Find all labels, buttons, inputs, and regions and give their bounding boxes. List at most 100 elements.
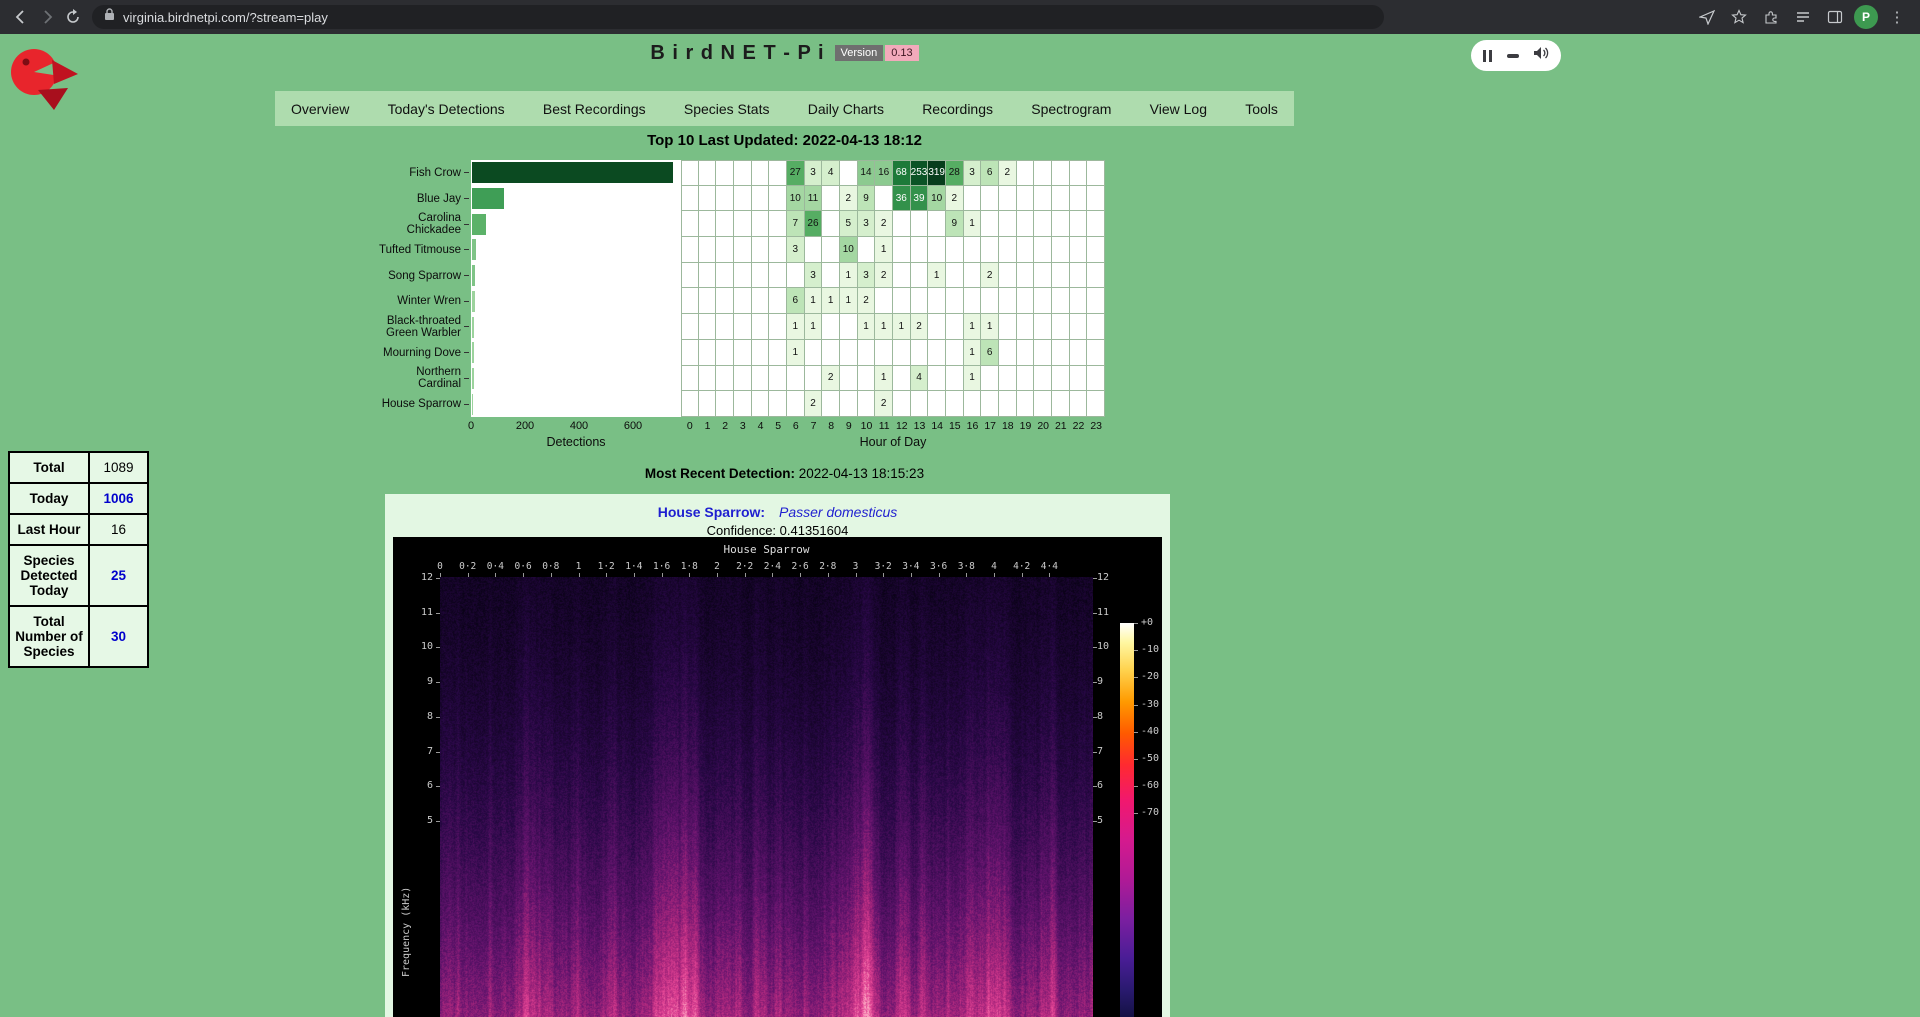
- heatmap-cell: [911, 263, 929, 289]
- stat-value[interactable]: 30: [89, 606, 148, 667]
- heatmap-cell: [840, 340, 858, 366]
- heatmap-cell: [1070, 263, 1088, 289]
- hour-axis-tick: 7: [805, 420, 823, 434]
- heatmap-cell: [1070, 288, 1088, 314]
- heatmap-cell: 1: [858, 314, 876, 340]
- menu-kebab-icon[interactable]: ⋮: [1884, 4, 1910, 30]
- species-label: Black-throatedGreen Warbler: [281, 314, 461, 340]
- heatmap-cell: 7: [787, 211, 805, 237]
- audio-player[interactable]: [1471, 40, 1561, 71]
- heatmap-cell: [1052, 263, 1070, 289]
- stat-value[interactable]: 1006: [89, 483, 148, 514]
- reading-list-icon[interactable]: [1790, 4, 1816, 30]
- heatmap-cell: [911, 288, 929, 314]
- pause-icon[interactable]: [1483, 50, 1492, 62]
- heatmap-cell: [981, 211, 999, 237]
- spectro-y-tick-left: 6: [409, 780, 433, 791]
- heatmap-cell: [999, 314, 1017, 340]
- heatmap-cell: [699, 366, 717, 392]
- nav-item-best-recordings[interactable]: Best Recordings: [543, 101, 646, 117]
- heatmap-cell: [964, 391, 982, 417]
- spectro-x-tick: 1·8: [681, 561, 698, 572]
- nav-item-spectrogram[interactable]: Spectrogram: [1031, 101, 1111, 117]
- heatmap-cell: 10: [840, 237, 858, 263]
- forward-icon[interactable]: [34, 4, 60, 30]
- side-panel-icon[interactable]: [1822, 4, 1848, 30]
- heatmap-cell: [734, 160, 752, 186]
- spectro-x-tick: 1·6: [653, 561, 670, 572]
- heatmap-cell: [752, 263, 770, 289]
- nav-item-recordings[interactable]: Recordings: [922, 101, 993, 117]
- heatmap-cell: [1087, 314, 1105, 340]
- nav-item-overview[interactable]: Overview: [291, 101, 349, 117]
- nav-item-tools[interactable]: Tools: [1245, 101, 1278, 117]
- detections-bar: [472, 239, 476, 260]
- bookmark-star-icon[interactable]: [1726, 4, 1752, 30]
- heatmap-cell: [1034, 237, 1052, 263]
- spectro-x-tick: 4: [991, 561, 997, 572]
- back-icon[interactable]: [8, 4, 34, 30]
- profile-avatar[interactable]: P: [1854, 5, 1878, 29]
- heatmap-cell: [752, 340, 770, 366]
- heatmap-cell: [769, 211, 787, 237]
- heatmap-cell: [699, 263, 717, 289]
- stats-row-total: Total1089: [9, 452, 148, 483]
- heatmap-cell: [840, 314, 858, 340]
- url-bar[interactable]: virginia.birdnetpi.com/?stream=play: [92, 5, 1384, 29]
- version-badge-label: Version: [835, 45, 884, 61]
- detection-species-latin: Passer domesticus: [779, 504, 897, 520]
- stat-label: Last Hour: [9, 514, 89, 545]
- heatmap-cell: [787, 263, 805, 289]
- heatmap-cell: [928, 288, 946, 314]
- heatmap-cell: [1087, 340, 1105, 366]
- species-label: House Sparrow: [281, 391, 461, 417]
- heatmap-cell: [1052, 314, 1070, 340]
- heatmap-cell: [822, 211, 840, 237]
- stat-value[interactable]: 25: [89, 545, 148, 606]
- heatmap-cell: 16: [875, 160, 893, 186]
- spectro-x-tick: 3·4: [902, 561, 919, 572]
- nav-item-species-stats[interactable]: Species Stats: [684, 101, 770, 117]
- detections-bar: [472, 368, 474, 389]
- nav-item-today-s-detections[interactable]: Today's Detections: [388, 101, 505, 117]
- nav-item-daily-charts[interactable]: Daily Charts: [808, 101, 884, 117]
- send-icon[interactable]: [1694, 4, 1720, 30]
- heatmap-cell: [928, 237, 946, 263]
- heatmap-cell: 39: [911, 186, 929, 212]
- heatmap-cell: [858, 391, 876, 417]
- seek-slider[interactable]: [1507, 54, 1519, 58]
- hour-axis-tick: 22: [1070, 420, 1088, 434]
- heatmap-cell: [1034, 263, 1052, 289]
- y-tick: [464, 378, 469, 379]
- hour-axis-tick: 23: [1087, 420, 1105, 434]
- heatmap-cell: 10: [928, 186, 946, 212]
- reload-icon[interactable]: [60, 4, 86, 30]
- heatmap-cell: [1017, 237, 1035, 263]
- heatmap-cell: [1034, 288, 1052, 314]
- spectro-y-tick-left: 8: [409, 711, 433, 722]
- detection-species-common[interactable]: House Sparrow:: [658, 504, 765, 520]
- volume-icon[interactable]: [1533, 46, 1549, 65]
- spectro-y-tick-left: 11: [409, 607, 433, 618]
- heatmap-cell: [716, 288, 734, 314]
- heatmap-cell: [946, 237, 964, 263]
- nav-item-view-log[interactable]: View Log: [1150, 101, 1207, 117]
- heatmap-cell: 1: [928, 263, 946, 289]
- heatmap-cell: 2: [858, 288, 876, 314]
- browser-toolbar: virginia.birdnetpi.com/?stream=play P ⋮: [0, 0, 1920, 34]
- heatmap-cell: [716, 391, 734, 417]
- detections-bar: [472, 394, 473, 415]
- y-tick: [464, 198, 469, 199]
- heatmap-cell: [805, 340, 823, 366]
- hour-axis-tick: 14: [928, 420, 946, 434]
- heatmap-cell: [769, 263, 787, 289]
- hour-axis-tick: 10: [858, 420, 876, 434]
- spectro-y-tick-left: 9: [409, 676, 433, 687]
- heatmap-cell: [681, 366, 699, 392]
- heatmap-cell: [734, 263, 752, 289]
- heatmap-cell: [787, 391, 805, 417]
- heatmap-cell: [752, 391, 770, 417]
- extensions-icon[interactable]: [1758, 4, 1784, 30]
- spectro-x-tick: 3: [853, 561, 859, 572]
- most-recent-detection: Most Recent Detection: 2022-04-13 18:15:…: [275, 466, 1294, 481]
